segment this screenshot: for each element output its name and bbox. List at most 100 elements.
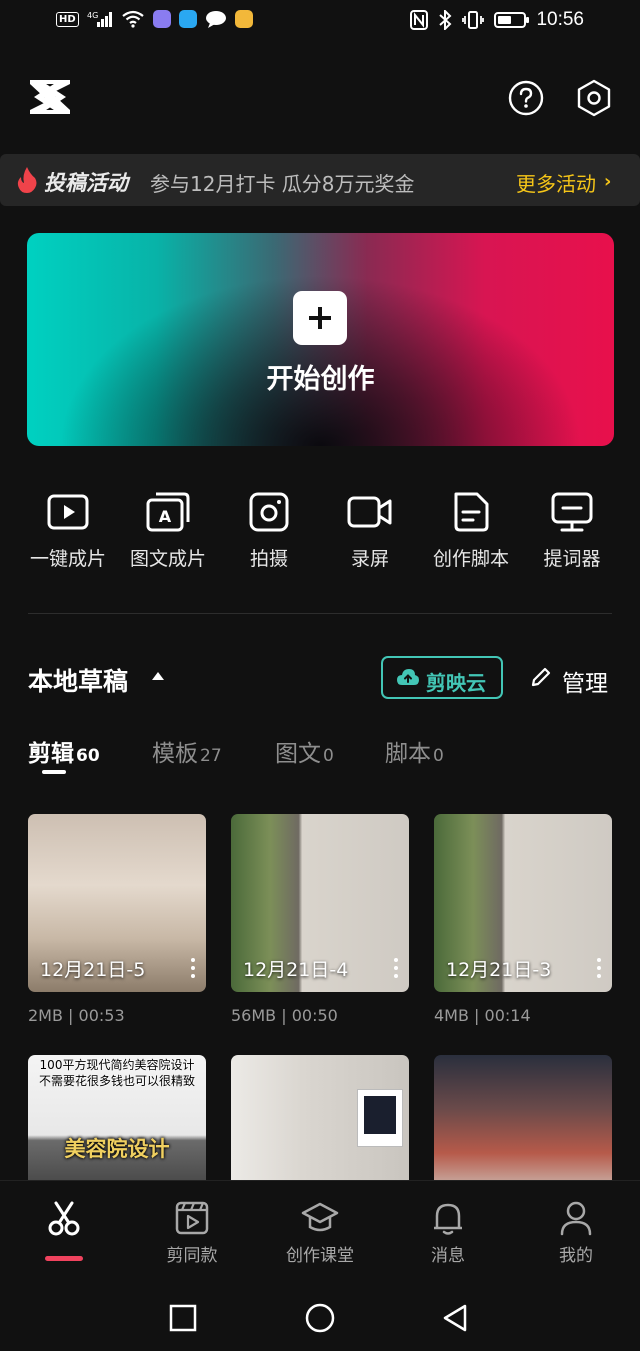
- draft-thumbnail: 12月21日-4: [231, 814, 409, 992]
- music-app-icon: [152, 10, 171, 28]
- camera-icon: [249, 492, 289, 532]
- draft-title: 12月21日-3: [446, 959, 552, 981]
- home-icon[interactable]: [305, 1303, 335, 1333]
- cloud-button[interactable]: 剪映云: [381, 656, 503, 699]
- nav-label: 创作课堂: [286, 1246, 354, 1266]
- draft-size: 4MB: [434, 1006, 469, 1025]
- tool-label: 图文成片: [129, 548, 206, 570]
- nav-classroom[interactable]: 创作课堂: [270, 1199, 370, 1266]
- wifi-icon: [121, 10, 144, 28]
- draft-size: 2MB: [28, 1006, 63, 1025]
- battery-icon: [494, 12, 530, 28]
- plus-icon: [293, 291, 347, 345]
- draft-size: 56MB: [231, 1006, 277, 1025]
- draft-meta: 56MB | 00:50: [231, 1006, 338, 1025]
- scissors-icon: [48, 1201, 80, 1236]
- tab-template[interactable]: 模板 27: [152, 734, 222, 768]
- tab-image-text[interactable]: 图文 0: [275, 734, 334, 768]
- tab-edit[interactable]: 剪辑 60: [28, 734, 100, 768]
- more-vert-icon[interactable]: [596, 958, 602, 980]
- tool-screen-record[interactable]: 录屏: [320, 488, 420, 571]
- section-divider: [28, 613, 612, 614]
- more-activities-link[interactable]: 更多活动: [516, 168, 596, 197]
- draft-meta: 4MB | 00:14: [434, 1006, 531, 1025]
- nav-template[interactable]: 剪同款: [142, 1199, 242, 1266]
- banner-title: 投稿活动: [44, 171, 128, 195]
- thumbnail-caption: 不需要花很多钱也可以很精致: [38, 1074, 195, 1088]
- start-creating-label: 开始创作: [266, 364, 375, 395]
- draft-card[interactable]: 12月21日-5 2MB | 00:53: [28, 814, 206, 1025]
- nav-label: 消息: [431, 1246, 465, 1266]
- draft-meta: 2MB | 00:53: [28, 1006, 125, 1025]
- back-icon[interactable]: [440, 1303, 470, 1333]
- banner-description: 参与12月打卡 瓜分8万元奖金: [150, 172, 415, 196]
- tab-count: 0: [433, 746, 444, 766]
- active-nav-indicator: [45, 1256, 83, 1261]
- tool-label: 拍摄: [249, 548, 288, 570]
- hd-badge: HD: [56, 11, 79, 27]
- thumbnail-frame: [357, 1089, 403, 1147]
- draft-card[interactable]: 12月21日-4 56MB | 00:50: [231, 814, 409, 1025]
- system-navigation: [0, 1281, 640, 1351]
- capcut-logo: [30, 80, 70, 114]
- tab-count: 0: [323, 746, 334, 766]
- draft-duration: 00:50: [291, 1006, 338, 1025]
- nav-messages[interactable]: 消息: [398, 1199, 498, 1266]
- chat-bubble-icon: [205, 11, 226, 28]
- edit-pencil-icon: [531, 667, 551, 687]
- cloud-upload-icon: [397, 669, 419, 685]
- manage-label: 管理: [562, 671, 608, 697]
- draft-title: 12月21日-5: [40, 959, 146, 981]
- flame-icon: [17, 167, 37, 193]
- tool-teleprompter[interactable]: 提词器: [522, 488, 622, 571]
- text-image-icon: A: [146, 492, 190, 532]
- nav-label: 剪同款: [166, 1246, 218, 1266]
- nfc-icon: [410, 10, 429, 30]
- draft-card[interactable]: 12月21日-3 4MB | 00:14: [434, 814, 612, 1025]
- nav-profile[interactable]: 我的: [526, 1199, 626, 1266]
- tool-text-to-video[interactable]: A 图文成片: [118, 488, 218, 571]
- recent-apps-icon[interactable]: [168, 1303, 198, 1333]
- draft-duration: 00:53: [78, 1006, 125, 1025]
- tool-creation-script[interactable]: 创作脚本: [421, 488, 521, 571]
- play-square-icon: [47, 494, 89, 530]
- tool-label: 一键成片: [29, 548, 106, 570]
- more-vert-icon[interactable]: [190, 958, 196, 980]
- status-right: 10:56: [410, 9, 584, 31]
- tab-name: 脚本: [385, 741, 431, 767]
- local-drafts-title[interactable]: 本地草稿: [28, 662, 128, 698]
- cloud-label: 剪映云: [426, 671, 486, 695]
- tab-name: 模板: [152, 741, 198, 767]
- help-icon[interactable]: [508, 80, 544, 116]
- clock: 10:56: [536, 9, 584, 30]
- svg-text:A: A: [159, 507, 172, 526]
- graduation-cap-icon: [301, 1202, 339, 1232]
- tool-one-click-video[interactable]: 一键成片: [18, 488, 118, 571]
- thumbnail-caption: 100平方现代简约美容院设计: [39, 1058, 195, 1072]
- battery-level: [498, 16, 512, 24]
- tab-count: 27: [200, 746, 222, 766]
- nav-label: 我的: [559, 1246, 593, 1266]
- draft-thumbnail: 12月21日-3: [434, 814, 612, 992]
- caret-up-icon[interactable]: [152, 672, 164, 680]
- thumbnail-headline: 美容院设计: [64, 1137, 170, 1161]
- activity-banner[interactable]: 投稿活动 参与12月打卡 瓜分8万元奖金 更多活动 ›: [0, 154, 640, 206]
- tab-count: 60: [76, 746, 100, 766]
- profile-icon: [560, 1201, 592, 1236]
- tab-name: 图文: [275, 741, 321, 767]
- tool-camera[interactable]: 拍摄: [219, 488, 319, 571]
- tab-script[interactable]: 脚本 0: [385, 734, 444, 768]
- search-app-icon: [178, 10, 197, 28]
- bottom-navigation: 剪同款 创作课堂 消息 我的: [0, 1180, 640, 1281]
- network-type: 4G: [87, 11, 98, 20]
- bell-icon: [434, 1203, 462, 1235]
- nav-edit[interactable]: [14, 1199, 114, 1241]
- settings-hex-icon[interactable]: [575, 79, 613, 117]
- draft-duration: 00:14: [484, 1006, 531, 1025]
- cellular-signal-icon: 4G: [87, 11, 112, 27]
- status-left: HD 4G: [56, 10, 253, 28]
- orange-app-icon: [234, 10, 253, 28]
- bluetooth-icon: [439, 10, 452, 30]
- more-vert-icon[interactable]: [393, 958, 399, 980]
- start-creating-button[interactable]: 开始创作: [27, 233, 614, 446]
